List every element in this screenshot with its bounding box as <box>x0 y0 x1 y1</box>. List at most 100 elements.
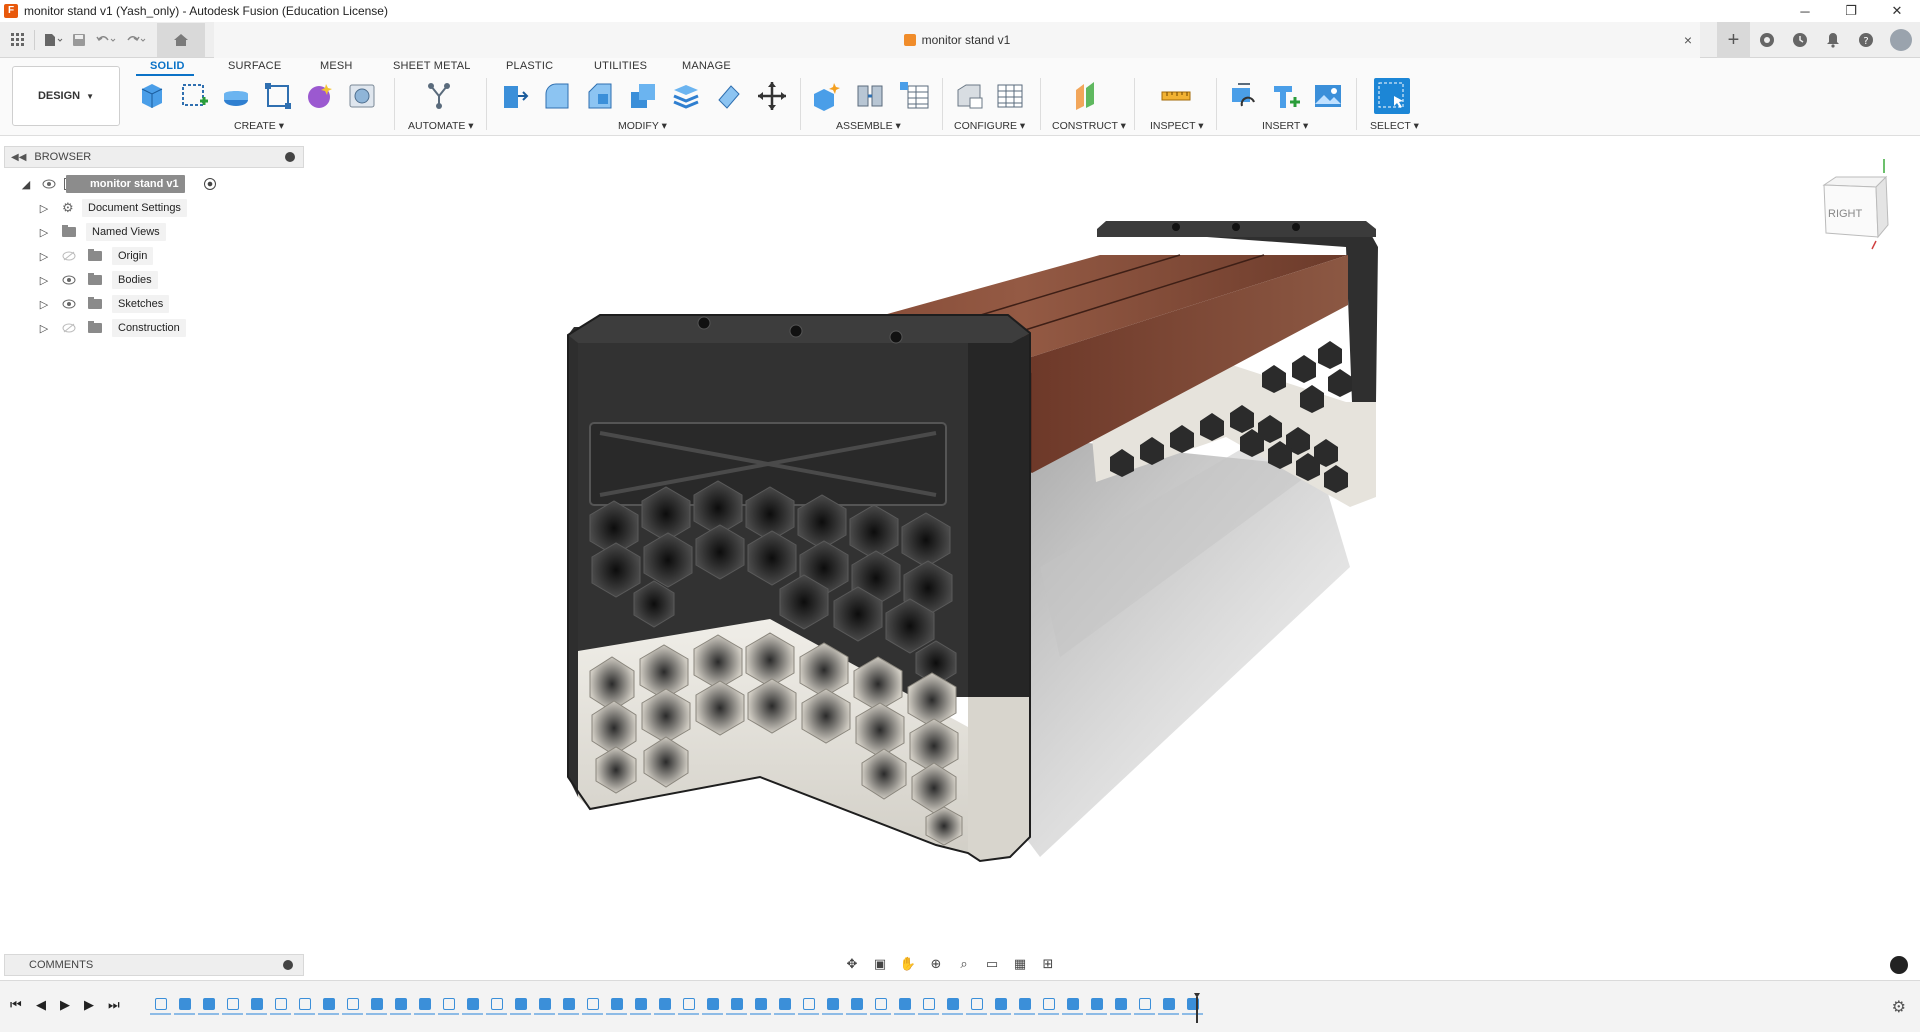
timeline-feature[interactable] <box>414 995 435 1015</box>
inspect-group-label[interactable]: INSPECT ▾ <box>1150 120 1204 132</box>
pan-hand-icon[interactable]: ✋ <box>896 953 920 975</box>
timeline-feature[interactable] <box>702 995 723 1015</box>
automate-icon[interactable] <box>421 78 457 114</box>
expand-triangle-icon[interactable]: ▷ <box>38 274 50 287</box>
timeline-feature[interactable] <box>1038 995 1059 1015</box>
automate-group-label[interactable]: AUTOMATE ▾ <box>408 120 474 132</box>
timeline-feature[interactable] <box>510 995 531 1015</box>
timeline-feature[interactable] <box>318 995 339 1015</box>
extrude-icon[interactable] <box>218 78 254 114</box>
browser-item-bodies[interactable]: ▷ Bodies <box>4 268 304 292</box>
timeline-feature[interactable] <box>870 995 891 1015</box>
new-component-assemble-icon[interactable] <box>808 78 844 114</box>
timeline-feature[interactable] <box>438 995 459 1015</box>
close-window-button[interactable]: ✕ <box>1874 0 1920 22</box>
timeline-feature[interactable] <box>750 995 771 1015</box>
select-tool-icon[interactable] <box>1374 78 1410 114</box>
fillet-icon[interactable] <box>539 78 575 114</box>
fit-zoom-icon[interactable]: ⌕ <box>952 953 976 975</box>
document-tab[interactable]: monitor stand v1 × <box>214 22 1700 58</box>
timeline-track[interactable] <box>150 995 1203 1019</box>
orbit-icon[interactable]: ✥ <box>840 953 864 975</box>
grid-snaps-icon[interactable]: ▦ <box>1008 953 1032 975</box>
viewports-icon[interactable]: ⊞ <box>1036 953 1060 975</box>
timeline-feature[interactable] <box>150 995 171 1015</box>
form-sphere-icon[interactable] <box>302 78 338 114</box>
browser-item-sketches[interactable]: ▷ Sketches <box>4 292 304 316</box>
timeline-feature[interactable] <box>1062 995 1083 1015</box>
data-panel-grid-icon[interactable] <box>6 26 30 54</box>
collapse-panel-icon[interactable]: ◀◀ <box>11 152 26 163</box>
timeline-feature[interactable] <box>894 995 915 1015</box>
timeline-feature[interactable] <box>1134 995 1155 1015</box>
user-avatar[interactable] <box>1890 29 1912 51</box>
step-forward-icon[interactable]: ▶ <box>84 997 94 1013</box>
timeline-feature[interactable] <box>246 995 267 1015</box>
expand-triangle-icon[interactable]: ▷ <box>38 202 50 215</box>
new-component-icon[interactable] <box>134 78 170 114</box>
tab-plastic[interactable]: PLASTIC <box>506 60 553 72</box>
assemble-group-label[interactable]: ASSEMBLE ▾ <box>836 120 901 132</box>
browser-pin-icon[interactable] <box>285 152 295 162</box>
active-radio-icon[interactable] <box>204 178 216 190</box>
timeline-feature[interactable] <box>942 995 963 1015</box>
step-back-icon[interactable]: ◀ <box>36 997 46 1013</box>
joint-icon[interactable] <box>852 78 888 114</box>
expand-triangle-icon[interactable]: ▷ <box>38 250 50 263</box>
zoom-icon[interactable]: ⊕ <box>924 953 948 975</box>
timeline-feature[interactable] <box>1110 995 1131 1015</box>
tab-utilities[interactable]: UTILITIES <box>594 60 647 72</box>
go-to-end-icon[interactable]: ⏭ <box>108 997 120 1013</box>
help-icon[interactable]: ? <box>1849 22 1882 58</box>
timeline-feature[interactable] <box>534 995 555 1015</box>
home-tab[interactable] <box>157 22 205 57</box>
redo-icon[interactable] <box>121 26 151 54</box>
timeline-feature[interactable] <box>846 995 867 1015</box>
look-at-icon[interactable]: ▣ <box>868 953 892 975</box>
create-sketch-icon[interactable] <box>176 78 212 114</box>
expand-triangle-icon[interactable]: ▷ <box>38 322 50 335</box>
notifications-bell-icon[interactable] <box>1816 22 1849 58</box>
timeline-feature[interactable] <box>294 995 315 1015</box>
timeline-feature[interactable] <box>774 995 795 1015</box>
timeline-feature[interactable] <box>174 995 195 1015</box>
tab-sheet-metal[interactable]: SHEET METAL <box>393 60 471 72</box>
go-to-start-icon[interactable]: ⏮ <box>10 997 22 1013</box>
add-comment-icon[interactable] <box>283 960 293 970</box>
browser-header[interactable]: ◀◀ BROWSER <box>4 146 304 168</box>
play-icon[interactable]: ▶ <box>60 997 70 1013</box>
timeline-feature[interactable] <box>486 995 507 1015</box>
chamfer-icon[interactable] <box>582 78 618 114</box>
browser-item-origin[interactable]: ▷ Origin <box>4 244 304 268</box>
timeline-feature[interactable] <box>606 995 627 1015</box>
timeline-feature[interactable] <box>222 995 243 1015</box>
timeline-feature[interactable] <box>1014 995 1035 1015</box>
split-face-icon[interactable] <box>711 78 747 114</box>
visibility-eye-icon[interactable] <box>62 275 76 285</box>
insert-derive-icon[interactable] <box>1226 78 1262 114</box>
timeline-feature[interactable] <box>966 995 987 1015</box>
configuration-table-icon[interactable] <box>992 78 1028 114</box>
shell-icon[interactable] <box>625 78 661 114</box>
browser-root-item[interactable]: ◢ monitor stand v1 <box>4 172 304 196</box>
visibility-eye-icon[interactable] <box>42 179 56 189</box>
timeline-feature[interactable] <box>1086 995 1107 1015</box>
timeline-feature[interactable] <box>558 995 579 1015</box>
configure-group-label[interactable]: CONFIGURE ▾ <box>954 120 1025 132</box>
browser-item-document-settings[interactable]: ▷ ⚙ Document Settings <box>4 196 304 220</box>
timeline-feature[interactable] <box>270 995 291 1015</box>
timeline-settings-gear-icon[interactable]: ⚙ <box>1892 997 1906 1017</box>
derive-icon[interactable] <box>344 78 380 114</box>
timeline-feature[interactable] <box>1158 995 1179 1015</box>
tab-mesh[interactable]: MESH <box>320 60 353 72</box>
timeline-feature[interactable] <box>582 995 603 1015</box>
tab-manage[interactable]: MANAGE <box>682 60 731 72</box>
press-pull-icon[interactable] <box>496 78 532 114</box>
extensions-icon[interactable] <box>1750 22 1783 58</box>
offset-plane-icon[interactable] <box>1068 78 1104 114</box>
hidden-eye-icon[interactable] <box>62 251 76 261</box>
browser-item-construction[interactable]: ▷ Construction <box>4 316 304 340</box>
browser-item-named-views[interactable]: ▷ Named Views <box>4 220 304 244</box>
timeline-feature[interactable] <box>366 995 387 1015</box>
comments-panel[interactable]: COMMENTS <box>4 954 304 976</box>
